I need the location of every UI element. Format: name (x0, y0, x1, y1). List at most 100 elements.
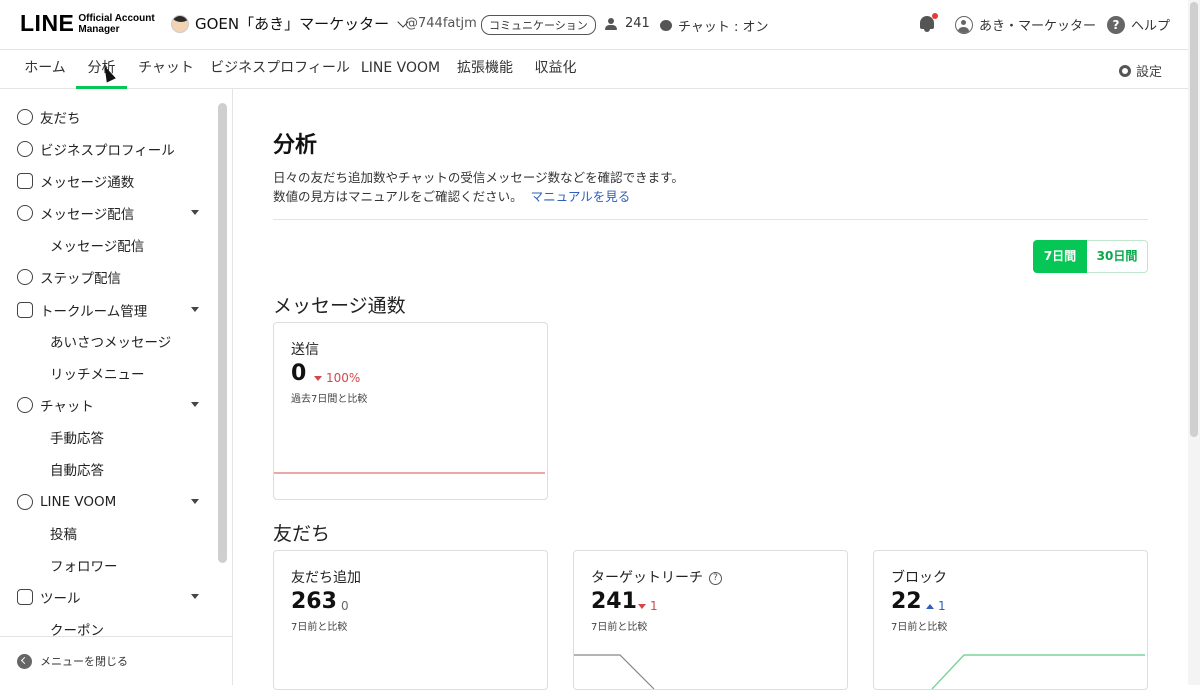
help-circle-icon[interactable]: ? (709, 571, 722, 585)
card-diff: 0 (341, 599, 349, 613)
sidebar-item-message-delivery[interactable]: メッセージ配信 (0, 198, 215, 228)
card-friend-add[interactable]: 友だち追加 263 0 7日前と比較 (273, 550, 548, 690)
caret-down-icon (191, 594, 199, 599)
card-note: 過去7日間と比較 (291, 394, 368, 405)
page-scrollbar[interactable] (1188, 0, 1200, 685)
sidebar-item-business-profile[interactable]: ビジネスプロフィール (0, 134, 215, 164)
sidebar-item-talkroom[interactable]: トークルーム管理 (0, 295, 215, 325)
friend-count: 241 (605, 16, 650, 31)
tab-chat[interactable]: チャット (127, 50, 205, 88)
sidebar-item-chat[interactable]: チャット (0, 390, 215, 420)
step-icon (17, 269, 33, 285)
chat-icon (17, 397, 33, 413)
card-target-reach[interactable]: ターゲットリーチ? 241 1 7日前と比較 (573, 550, 848, 690)
sidebar-subitem-followers[interactable]: フォロワー (0, 550, 215, 580)
sidebar-subitem-rich-menu[interactable]: リッチメニュー (0, 358, 215, 388)
help-label: ヘルプ (1131, 19, 1171, 34)
user-icon (955, 15, 973, 34)
sidebar-subitem-manual-reply[interactable]: 手動応答 (0, 422, 215, 452)
card-label: ブロック (891, 570, 947, 586)
user-menu[interactable]: あき・マーケッター (955, 15, 1096, 34)
settings-link[interactable]: 設定 (1118, 61, 1162, 80)
sparkline (274, 472, 545, 474)
category-badge: コミュニケーション (481, 15, 596, 35)
sidebar-scrollbar[interactable] (218, 103, 227, 563)
card-block[interactable]: ブロック 22 1 7日前と比較 (873, 550, 1148, 690)
range-30-days-button[interactable]: 30日間 (1087, 240, 1148, 273)
top-header: LINE Official Account Manager GOEN「あき」マーケ… (0, 0, 1188, 50)
card-sent[interactable]: 送信 0 100% 過去7日間と比較 (273, 322, 548, 500)
tab-monetization[interactable]: 収益化 (524, 50, 587, 88)
inbox-icon (17, 173, 33, 189)
sidebar-item-friends[interactable]: 友だち (0, 102, 215, 132)
sidebar-item-tools[interactable]: ツール (0, 582, 215, 612)
card-diff: 1 (638, 599, 658, 613)
triangle-down-icon (314, 375, 322, 381)
card-diff: 1 (926, 599, 946, 613)
account-avatar (171, 14, 189, 33)
friend-count-value: 241 (625, 16, 650, 31)
main-nav: ホーム 分析 チャット ビジネスプロフィール LINE VOOM 拡張機能 収益… (0, 50, 1188, 89)
sidebar-subitem-message-delivery[interactable]: メッセージ配信 (0, 230, 215, 260)
talkroom-icon (17, 302, 33, 318)
section-title-friends: 友だち (273, 523, 331, 545)
chat-status: チャット : オン (660, 16, 769, 35)
line-oa-logo[interactable]: LINE Official Account Manager (20, 12, 155, 35)
notification-button[interactable] (919, 13, 938, 32)
sidebar-item-step-delivery[interactable]: ステップ配信 (0, 262, 215, 292)
account-switcher[interactable]: GOEN「あき」マーケッター (171, 13, 409, 34)
help-link[interactable]: ? ヘルプ (1107, 15, 1170, 34)
logo-main-text: LINE (20, 10, 75, 36)
profile-icon (17, 141, 33, 157)
chat-bubble-icon (660, 20, 672, 31)
sparkline (574, 654, 655, 689)
page-title: 分析 (273, 133, 318, 158)
card-note: 7日前と比較 (291, 622, 348, 633)
caret-down-icon (191, 307, 199, 312)
card-value: 22 (891, 589, 922, 614)
sidebar-subitem-greeting[interactable]: あいさつメッセージ (0, 326, 215, 356)
logo-sub-text: Official Account Manager (78, 12, 155, 35)
user-name: あき・マーケッター (979, 19, 1097, 34)
sidebar-item-line-voom[interactable]: LINE VOOM (0, 487, 215, 517)
sidebar-subitem-auto-reply[interactable]: 自動応答 (0, 454, 215, 484)
chat-status-text: チャット : オン (678, 20, 769, 35)
card-label: 友だち追加 (291, 570, 361, 586)
card-label: ターゲットリーチ? (591, 567, 722, 587)
gear-icon (1118, 64, 1131, 77)
card-diff: 100% (314, 371, 360, 385)
card-value: 241 (591, 589, 637, 614)
store-icon (17, 589, 33, 605)
card-note: 7日前と比較 (591, 622, 648, 633)
triangle-down-icon (638, 603, 646, 609)
sidebar: 友だち ビジネスプロフィール メッセージ通数 メッセージ配信 メッセージ配信 ス… (0, 89, 233, 685)
person-add-icon (17, 109, 33, 125)
help-icon: ? (1107, 15, 1125, 34)
broadcast-icon (17, 205, 33, 221)
caret-down-icon (191, 210, 199, 215)
range-toggle: 7日間 30日間 (1033, 240, 1148, 273)
account-id: @744fatjm (405, 16, 477, 31)
close-menu-button[interactable]: メニューを閉じる (0, 636, 232, 685)
range-7-days-button[interactable]: 7日間 (1033, 240, 1087, 273)
triangle-up-icon (926, 603, 934, 609)
card-note: 7日前と比較 (891, 622, 948, 633)
caret-down-icon (191, 499, 199, 504)
tab-home[interactable]: ホーム (14, 50, 76, 88)
section-title-messages: メッセージ通数 (273, 295, 406, 317)
manual-link[interactable]: マニュアルを見る (531, 189, 631, 204)
sidebar-subitem-posts[interactable]: 投稿 (0, 518, 215, 548)
card-label: 送信 (291, 342, 319, 358)
page-description: 日々の友だち追加数やチャットの受信メッセージ数などを確認できます。 数値の見方は… (273, 170, 684, 204)
voom-icon (17, 494, 33, 510)
page-scrollbar-thumb[interactable] (1190, 2, 1198, 437)
divider (273, 219, 1148, 220)
tab-line-voom[interactable]: LINE VOOM (355, 50, 446, 88)
tab-extensions[interactable]: 拡張機能 (446, 50, 524, 88)
main-content: 分析 日々の友だち追加数やチャットの受信メッセージ数などを確認できます。 数値の… (234, 89, 1188, 690)
sparkline (931, 654, 1145, 689)
tab-business-profile[interactable]: ビジネスプロフィール (205, 50, 355, 88)
account-name: GOEN「あき」マーケッター (195, 15, 390, 33)
notification-dot (932, 13, 938, 19)
sidebar-item-message-count[interactable]: メッセージ通数 (0, 166, 215, 196)
